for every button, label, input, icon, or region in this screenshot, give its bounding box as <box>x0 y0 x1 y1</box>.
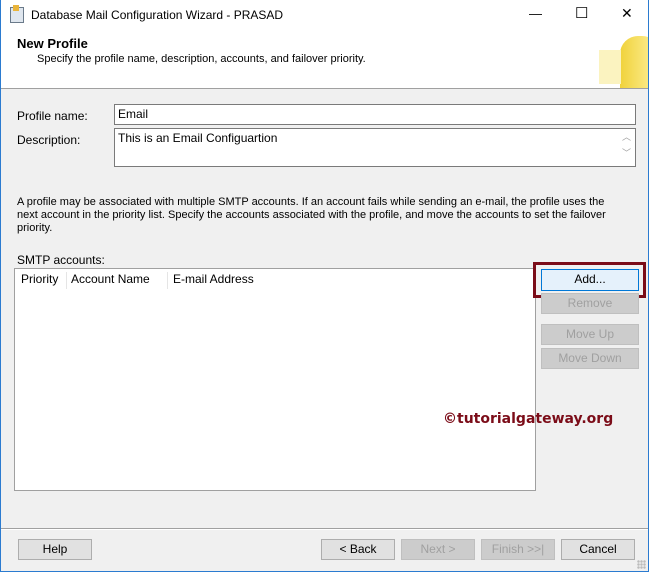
app-icon <box>10 5 24 23</box>
scroll-up-icon[interactable]: ︿ <box>618 129 635 145</box>
maximize-button[interactable]: ☐ <box>575 4 588 22</box>
add-button[interactable]: Add... <box>541 269 639 291</box>
page-title: New Profile <box>17 36 88 51</box>
profile-name-input[interactable]: Email <box>114 104 636 125</box>
finish-button[interactable]: Finish >>| <box>481 539 555 560</box>
move-up-button[interactable]: Move Up <box>541 324 639 345</box>
description-text: This is an Email Configuartion <box>118 131 278 145</box>
page-subtitle: Specify the profile name, description, a… <box>37 53 366 65</box>
database-mail-graphic-icon <box>595 32 648 88</box>
description-scrollbar[interactable]: ︿ ﹀ <box>618 129 635 166</box>
profile-name-label: Profile name: <box>17 109 88 123</box>
smtp-accounts-list[interactable]: Priority Account Name E-mail Address <box>14 268 536 491</box>
close-button[interactable]: ✕ <box>621 5 633 22</box>
back-button[interactable]: < Back <box>321 539 395 560</box>
scroll-down-icon[interactable]: ﹀ <box>618 145 635 161</box>
title-bar: Database Mail Configuration Wizard - PRA… <box>1 0 648 30</box>
watermark: ©tutorialgateway.org <box>443 411 614 427</box>
minimize-button[interactable]: — <box>529 6 542 21</box>
list-header: Priority Account Name E-mail Address <box>15 269 535 289</box>
column-account-name[interactable]: Account Name <box>71 272 168 289</box>
resize-grip-icon[interactable] <box>637 560 646 569</box>
info-text: A profile may be associated with multipl… <box>17 196 606 234</box>
cancel-button[interactable]: Cancel <box>561 539 635 560</box>
description-label: Description: <box>17 133 81 147</box>
wizard-window: Database Mail Configuration Wizard - PRA… <box>0 0 649 572</box>
description-input[interactable]: This is an Email Configuartion ︿ ﹀ <box>114 128 636 167</box>
column-email-address[interactable]: E-mail Address <box>173 272 254 286</box>
remove-button[interactable]: Remove <box>541 293 639 314</box>
window-title: Database Mail Configuration Wizard - PRA… <box>31 8 284 22</box>
wizard-header: New Profile Specify the profile name, de… <box>1 30 648 89</box>
help-button[interactable]: Help <box>18 539 92 560</box>
column-priority[interactable]: Priority <box>21 272 67 289</box>
footer-divider <box>1 528 648 530</box>
move-down-button[interactable]: Move Down <box>541 348 639 369</box>
smtp-accounts-label: SMTP accounts: <box>17 253 105 267</box>
next-button[interactable]: Next > <box>401 539 475 560</box>
